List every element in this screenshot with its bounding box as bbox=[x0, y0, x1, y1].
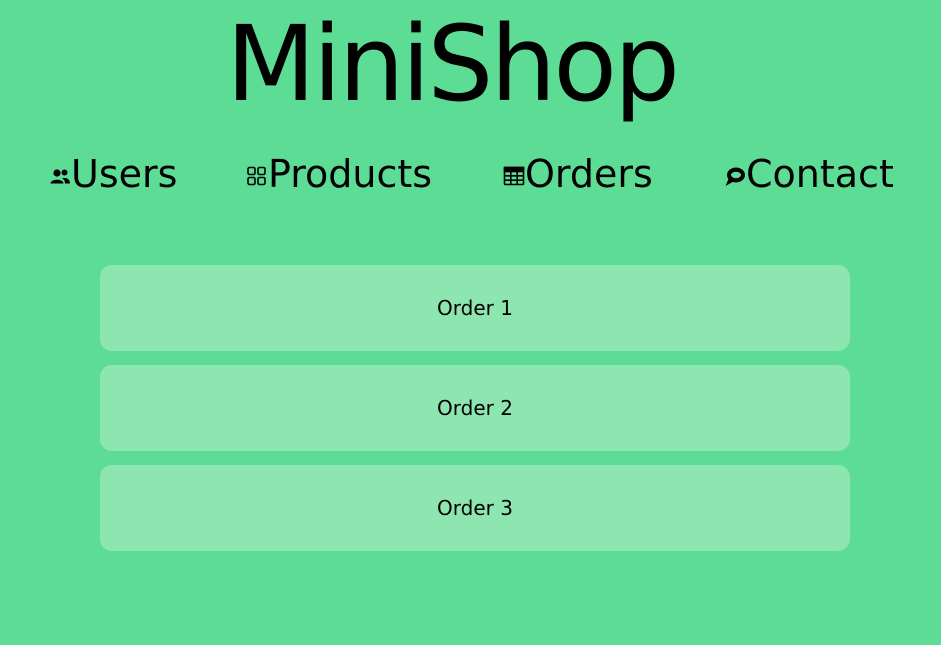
nav-item-label: Users bbox=[71, 152, 178, 196]
main-nav: Users Products Orders Contact bbox=[0, 150, 941, 198]
nav-item-label: Contact bbox=[746, 152, 894, 196]
nav-item-products[interactable]: Products bbox=[246, 150, 432, 198]
nav-item-orders[interactable]: Orders bbox=[503, 150, 653, 198]
nav-item-label: Products bbox=[268, 152, 433, 196]
order-card[interactable]: Order 2 bbox=[100, 365, 850, 451]
app-title: MiniShop bbox=[225, 3, 680, 125]
nav-item-label: Orders bbox=[525, 152, 653, 196]
orders-list: Order 1 Order 2 Order 3 bbox=[100, 265, 850, 565]
nav-item-users[interactable]: Users bbox=[49, 150, 177, 198]
table-icon bbox=[503, 165, 525, 187]
chat-icon bbox=[724, 165, 746, 187]
nav-item-contact[interactable]: Contact bbox=[724, 150, 894, 198]
users-icon bbox=[49, 165, 71, 187]
order-card[interactable]: Order 1 bbox=[100, 265, 850, 351]
order-card[interactable]: Order 3 bbox=[100, 465, 850, 551]
grid-icon bbox=[246, 165, 268, 187]
